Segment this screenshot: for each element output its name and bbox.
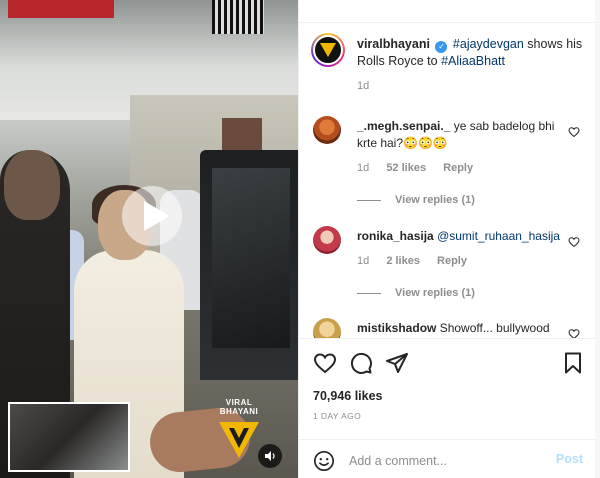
comment-username[interactable]: _.megh.senpai._ xyxy=(357,119,450,133)
caption-hashtag-ajaydevgan[interactable]: #ajaydevgan xyxy=(453,37,524,51)
view-replies-button[interactable]: View replies (1) xyxy=(357,194,475,206)
comment-username[interactable]: mistikshadow xyxy=(357,321,436,335)
comment-input[interactable] xyxy=(347,450,541,472)
comments-list: _.megh.senpai._ ye sab badelog bhi krte … xyxy=(299,110,600,338)
post-time-ago: 1 DAY AGO xyxy=(313,411,362,421)
verified-badge-icon: ✓ xyxy=(435,41,448,53)
add-comment-bar: Post xyxy=(299,439,600,478)
share-send-icon[interactable] xyxy=(385,351,409,375)
scrollbar[interactable] xyxy=(595,0,600,478)
comment-likes[interactable]: 2 likes xyxy=(386,255,420,267)
post-comment-button[interactable]: Post xyxy=(556,452,583,466)
reply-button[interactable]: Reply xyxy=(443,162,473,174)
viral-bhayani-logo-icon xyxy=(219,422,259,458)
video-scene-car-window xyxy=(212,168,290,348)
panel-header xyxy=(299,0,600,23)
commenter-avatar[interactable] xyxy=(313,318,341,338)
like-heart-icon[interactable] xyxy=(313,351,337,375)
comment-likes[interactable]: 52 likes xyxy=(386,162,426,174)
post-side-panel: viralbhayani ✓ #ajaydevgan shows his Rol… xyxy=(298,0,600,478)
author-avatar[interactable] xyxy=(311,33,345,67)
mute-button[interactable] xyxy=(258,444,282,468)
post-actions: 70,946 likes 1 DAY AGO Post xyxy=(299,338,600,478)
author-logo-icon xyxy=(320,43,336,57)
comment-time: 1d xyxy=(357,162,370,174)
video-scene-man-head xyxy=(4,150,60,220)
reply-button[interactable]: Reply xyxy=(437,255,467,267)
emoji-icon[interactable] xyxy=(313,450,335,472)
view-replies-button[interactable]: View replies (1) xyxy=(357,287,475,299)
commenter-avatar[interactable] xyxy=(313,226,341,254)
author-username[interactable]: viralbhayani xyxy=(357,37,430,51)
likes-count[interactable]: 70,946 likes xyxy=(313,389,383,403)
comment-bubble-icon[interactable] xyxy=(349,351,373,375)
caption-time: 1d xyxy=(357,80,370,92)
comment-time: 1d xyxy=(357,255,370,267)
video-inset-car-interior xyxy=(8,402,130,472)
comment-username[interactable]: ronika_hasija xyxy=(357,229,434,243)
play-button[interactable] xyxy=(122,186,182,246)
speaker-icon xyxy=(265,451,275,461)
heart-icon[interactable] xyxy=(568,126,580,138)
video-overlay-barcode xyxy=(212,0,264,34)
instagram-post-modal: VIRAL BHAYANI viralbhayani ✓ #ajaydevgan… xyxy=(0,0,600,478)
save-bookmark-icon[interactable] xyxy=(561,351,585,375)
caption-hashtag-aliaabhatt[interactable]: #AliaaBhatt xyxy=(441,54,505,68)
comment-mention[interactable]: @sumit_ruhaan_hasija xyxy=(437,229,560,243)
watermark-text: VIRAL BHAYANI xyxy=(219,398,259,416)
post-video[interactable]: VIRAL BHAYANI xyxy=(0,0,298,478)
heart-icon[interactable] xyxy=(568,328,580,338)
comment-text: Showoff... bullywood xyxy=(439,321,550,335)
heart-icon[interactable] xyxy=(568,236,580,248)
video-overlay-strip xyxy=(8,0,114,18)
commenter-avatar[interactable] xyxy=(313,116,341,144)
